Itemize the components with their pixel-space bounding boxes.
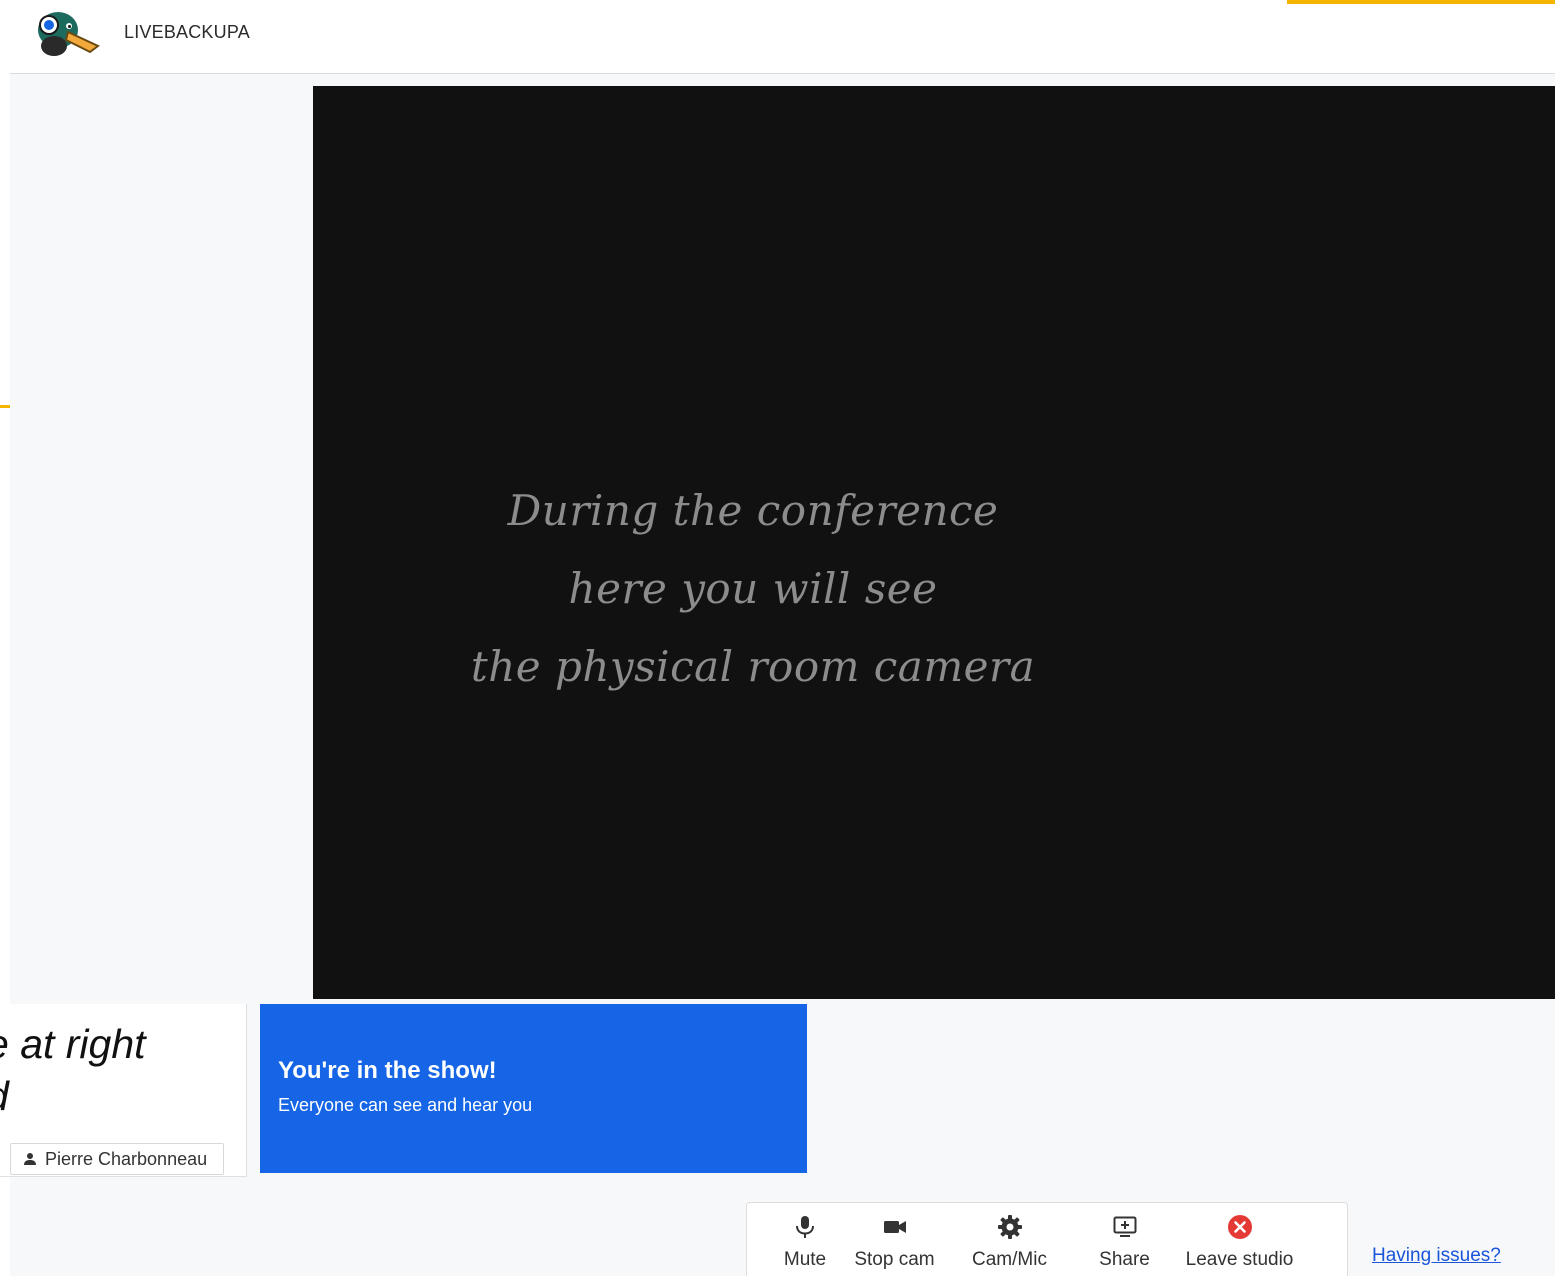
microphone-icon <box>791 1213 819 1241</box>
brand-name: LIVEBACKUPA <box>124 22 250 42</box>
banner-subtitle: Everyone can see and hear you <box>278 1095 533 1115</box>
cam-mic-settings-button[interactable]: Cam/Mic <box>952 1203 1067 1276</box>
duck-logo-icon[interactable] <box>32 6 102 62</box>
participant-name: Pierre Charbonneau <box>45 1148 208 1169</box>
left-edge-strip <box>0 74 10 1004</box>
top-bar: LIVEBACKUPA <box>10 0 1555 74</box>
person-icon <box>24 1153 36 1165</box>
studio-toolbar: Mute Stop cam Cam/Mic Share Leave studio <box>746 1202 1348 1276</box>
participant-name-tag: Pierre Charbonneau <box>10 1143 225 1175</box>
share-button[interactable]: Share <box>1067 1203 1182 1276</box>
left-accent-bar <box>0 405 10 408</box>
top-accent-bar <box>1287 0 1555 4</box>
gear-icon <box>996 1213 1024 1241</box>
overlay-line: e at right <box>0 1021 146 1067</box>
stage-placeholder-text: During the conference here you will see … <box>313 472 1193 706</box>
stage-line: the physical room camera <box>470 642 1036 691</box>
mute-button[interactable]: Mute <box>773 1203 837 1276</box>
camera-icon <box>881 1213 909 1241</box>
stage-line: here you will see <box>568 564 938 613</box>
close-circle-icon <box>1226 1213 1254 1241</box>
cam-mic-label: Cam/Mic <box>972 1249 1047 1270</box>
self-view-tile[interactable]: e at right d Pierre Charbonneau <box>0 1004 247 1177</box>
banner-title: You're in the show! <box>278 1057 497 1084</box>
annotation-overlay-text: e at right d <box>0 1018 146 1122</box>
stage-video: During the conference here you will see … <box>313 86 1555 999</box>
stage-line: During the conference <box>507 486 999 535</box>
stop-cam-button[interactable]: Stop cam <box>837 1203 952 1276</box>
mute-label: Mute <box>783 1249 827 1270</box>
screen-share-icon <box>1111 1213 1139 1241</box>
share-label: Share <box>1099 1249 1150 1270</box>
overlay-line: d <box>0 1070 146 1122</box>
stop-cam-label: Stop cam <box>854 1249 935 1270</box>
leave-studio-button[interactable]: Leave studio <box>1182 1203 1297 1276</box>
having-issues-link[interactable]: Having issues? <box>1372 1245 1501 1267</box>
leave-studio-label: Leave studio <box>1185 1249 1294 1270</box>
on-air-banner: You're in the show! Everyone can see and… <box>260 1004 807 1173</box>
